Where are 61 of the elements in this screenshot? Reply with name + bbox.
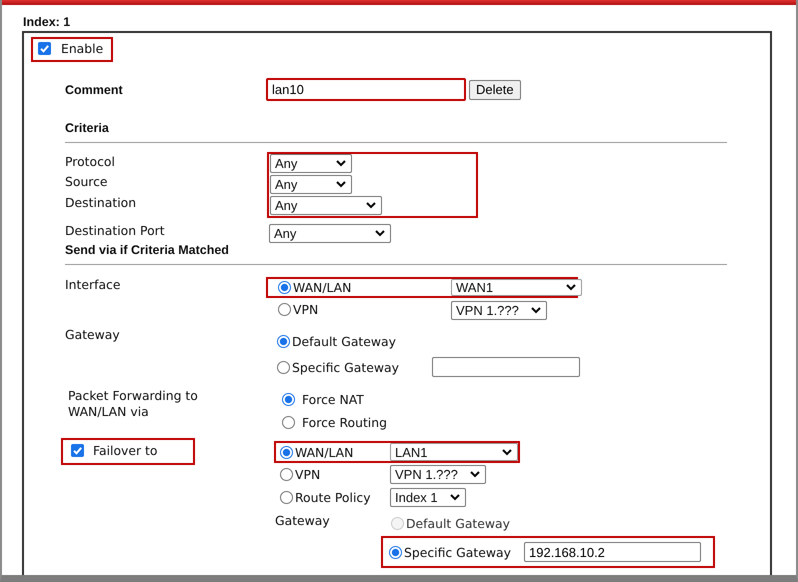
radio-button[interactable] <box>282 416 295 429</box>
field-label: Source <box>65 173 109 191</box>
field-label: Packet Forwarding to WAN/LAN via <box>67 388 199 421</box>
dropdown[interactable]: Index 1 <box>390 488 466 507</box>
field-label: Gateway <box>274 512 331 530</box>
chevron-down-icon <box>375 230 385 237</box>
chevron-down-icon <box>450 494 460 501</box>
dropdown[interactable]: Any <box>270 154 352 173</box>
dropdown[interactable]: LAN1 <box>390 443 518 461</box>
dropdown[interactable]: VPN 1.??? <box>451 300 547 320</box>
checkbox[interactable] <box>38 42 51 55</box>
field-label: Destination Port <box>65 222 166 240</box>
radio-label: Force Routing <box>302 415 387 430</box>
radio-button[interactable] <box>280 491 293 504</box>
radio-button[interactable] <box>277 360 290 374</box>
field-label: Gateway <box>65 328 121 344</box>
radio-label: Default Gateway <box>406 516 510 530</box>
checkbox-label: Enable <box>61 41 104 56</box>
section-heading: Criteria <box>65 121 110 135</box>
gateway-field[interactable]: 192.168.10.2 <box>524 542 701 562</box>
radio-label: Default Gateway <box>292 334 396 348</box>
field-label: Protocol <box>65 153 116 171</box>
dropdown[interactable]: WAN1 <box>451 279 582 296</box>
chevron-down-icon <box>470 471 480 478</box>
dropdown[interactable]: VPN 1.??? <box>390 465 486 484</box>
radio-button[interactable] <box>280 446 293 458</box>
radio-label: Specific Gateway <box>292 360 399 374</box>
checkbox-label: Failover to <box>93 443 158 458</box>
chevron-down-icon <box>366 202 376 209</box>
radio-button[interactable] <box>282 393 295 406</box>
delete-button[interactable]: Delete <box>469 80 521 100</box>
chevron-down-icon <box>566 284 576 291</box>
radio-label: Route Policy <box>295 490 371 505</box>
radio-label: VPN <box>295 467 320 482</box>
radio-button[interactable] <box>389 546 402 558</box>
checkbox[interactable] <box>71 444 84 457</box>
chevron-down-icon <box>531 306 541 314</box>
dropdown[interactable]: Any <box>269 224 391 243</box>
check-icon <box>72 445 83 456</box>
radio-label: Force NAT <box>302 392 364 407</box>
check-icon <box>39 43 50 54</box>
comment-field[interactable]: lan10 <box>266 78 466 101</box>
chevron-down-icon <box>502 448 512 456</box>
index-heading: Index: 1 <box>23 14 72 31</box>
radio-label: VPN <box>293 302 318 316</box>
section-heading: Send via if Criteria Matched <box>65 243 229 257</box>
chevron-down-icon <box>336 181 346 188</box>
field-label: Comment <box>65 82 124 96</box>
radio-label: Specific Gateway <box>404 544 511 560</box>
radio-button[interactable] <box>277 334 290 348</box>
gateway-field[interactable] <box>432 357 580 377</box>
radio-button[interactable] <box>278 281 291 294</box>
radio-button[interactable] <box>278 302 291 316</box>
chevron-down-icon <box>336 160 346 167</box>
field-label: Interface <box>65 277 122 294</box>
dropdown[interactable]: Any <box>270 175 352 194</box>
radio-button[interactable] <box>280 468 293 481</box>
radio-label: WAN/LAN <box>293 280 352 295</box>
radio-label: WAN/LAN <box>295 444 354 460</box>
dropdown[interactable]: Any <box>270 196 382 215</box>
field-label: Destination <box>65 194 138 212</box>
